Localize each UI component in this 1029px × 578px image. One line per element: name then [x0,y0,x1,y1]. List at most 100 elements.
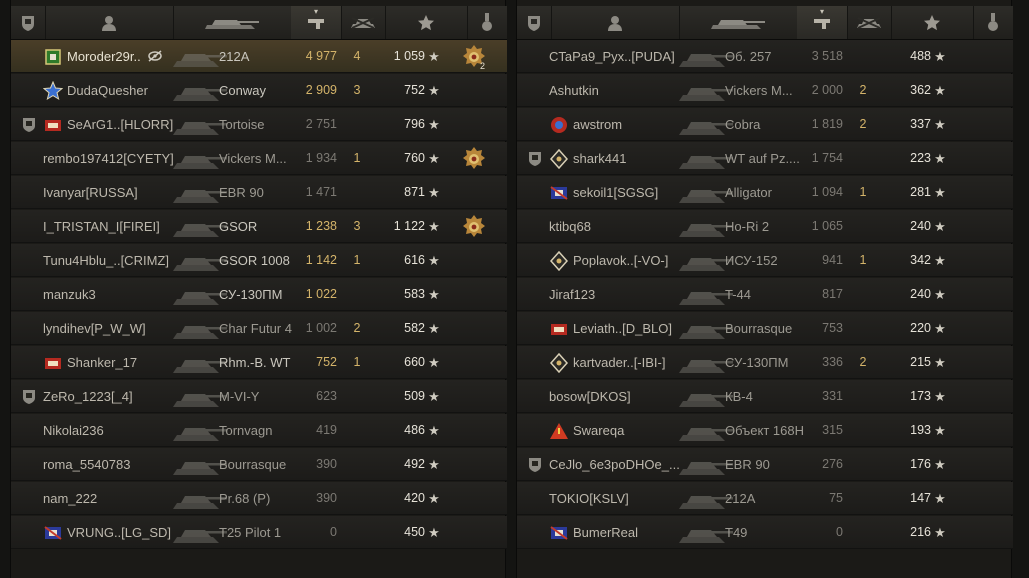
kills-value [851,380,875,413]
player-name[interactable]: VRUNG..[LG_SD] [67,516,179,549]
mastery-medal[interactable] [457,142,491,175]
xp-value: 176 [910,457,931,471]
medal-icon [986,12,1000,33]
gun-icon [812,15,832,31]
player-name-text: I_TRISTAN_I[FIREI] [43,219,160,234]
player-name[interactable]: kartvader..[-IBI-] [573,346,685,379]
star-icon: ★ [428,423,440,438]
damage-column-header[interactable]: ▾ [291,6,342,39]
player-name[interactable]: bosow[DKOS] [549,380,683,413]
player-column-header[interactable] [551,6,680,39]
player-name[interactable]: shark441 [573,142,685,175]
player-name[interactable]: Leviath..[D_BLO] [573,312,685,345]
damage-column-header[interactable]: ▾ [797,6,848,39]
player-column-header[interactable] [45,6,174,39]
player-row[interactable]: TOKIO[KSLV] 212A 75 147 ★ [517,482,1013,515]
player-name[interactable]: DudaQuesher [67,74,179,107]
player-name[interactable]: Nikolai236 [43,414,177,447]
player-row[interactable]: BumerReal T49 0 216 ★ [517,516,1013,549]
player-name[interactable]: awstrom [573,108,685,141]
player-row[interactable]: lyndihev[P_W_W] Char Futur 41 002 2 582 ★ [11,312,507,345]
player-row[interactable]: bosow[DKOS] КВ-4 331 173 ★ [517,380,1013,413]
player-row[interactable]: nam_222 Pr.68 (P) 390 420 ★ [11,482,507,515]
clan-emblem-red [548,312,570,345]
vehicle-column-header[interactable] [679,6,798,39]
player-row[interactable]: Nikolai236 Tornvagn 419 486 ★ [11,414,507,447]
player-name[interactable]: ktibq68 [549,210,683,243]
mastery-medal[interactable] [457,210,491,243]
player-name[interactable]: Ivanyar[RUSSA] [43,176,177,209]
medal-column-header[interactable] [973,6,1014,39]
player-row[interactable]: shark441 WT auf Pz.... 1 754 223 ★ [517,142,1013,175]
player-name[interactable]: I_TRISTAN_I[FIREI] [43,210,177,243]
player-row[interactable]: Moroder29r.. 212A 4 977 4 1 059 ★ 2 [11,40,507,73]
player-name[interactable]: rembo197412[CYETY] [43,142,177,175]
player-name[interactable]: lyndihev[P_W_W] [43,312,177,345]
xp-column-header[interactable] [385,6,468,39]
player-row[interactable]: VRUNG..[LG_SD] T25 Pilot 1 0 450 ★ [11,516,507,549]
player-row[interactable]: ktibq68 Ho-Ri 21 065 240 ★ [517,210,1013,243]
player-name[interactable]: roma_5540783 [43,448,177,481]
clan-emblem-diamond [548,142,570,175]
xp-column-header[interactable] [891,6,974,39]
player-row[interactable]: SeArG1..[HLORR] Tortoise 2 751 796 ★ [11,108,507,141]
player-row[interactable]: roma_5540783 Bourrasque 390 492 ★ [11,448,507,481]
platoon-column-header[interactable] [517,6,552,39]
player-name[interactable]: ZeRo_1223[_4] [43,380,177,413]
player-name-text: sekoil1[SGSG] [573,185,659,200]
player-name[interactable]: CTaPa9_Pyx..[PUDA] [549,40,683,73]
player-row[interactable]: Shanker_17 Rhm.-B. WT 752 1 660 ★ [11,346,507,379]
star-icon: ★ [934,491,946,506]
player-name[interactable]: Swareqa [573,414,685,447]
player-row[interactable]: awstrom Cobra 1 819 2 337 ★ [517,108,1013,141]
player-row[interactable]: CTaPa9_Pyx..[PUDA] Об. 257 3 518 488 ★ [517,40,1013,73]
vehicle-column-header[interactable] [173,6,292,39]
kills-value: 2 [859,83,867,97]
player-row[interactable]: rembo197412[CYETY] Vickers M... 1 934 1 760 ★ [11,142,507,175]
left-header: ▾ [11,6,508,40]
player-row[interactable]: Ivanyar[RUSSA] EBR 90 1 471 871 ★ [11,176,507,209]
player-name-text: ktibq68 [549,219,591,234]
player-row[interactable]: Leviath..[D_BLO] Bourrasque 753 220 ★ [517,312,1013,345]
player-row[interactable]: Swareqa Объект 168Н 315 193 ★ [517,414,1013,447]
player-name[interactable]: Ashutkin [549,74,683,107]
kills-value [851,278,875,311]
player-name-text: ZeRo_1223[_4] [43,389,133,404]
player-name[interactable]: Jiraf123 [549,278,683,311]
player-name[interactable]: Shanker_17 [67,346,179,379]
player-name[interactable]: BumerReal [573,516,685,549]
player-row[interactable]: Jiraf123 T-44 817 240 ★ [517,278,1013,311]
player-row[interactable]: manzuk3 СУ-130ПМ 1 022 583 ★ [11,278,507,311]
player-name[interactable]: Tunu4Hblu_..[CRIMZ] [43,244,177,277]
player-row[interactable]: Poplavok..[-VO-] ИСУ-152 941 1 342 ★ [517,244,1013,277]
kills-value: 1 [353,355,361,369]
player-row[interactable]: I_TRISTAN_I[FIREI] GSOR 1 238 3 1 122 ★ [11,210,507,243]
platoon-column-header[interactable] [11,6,46,39]
player-row[interactable]: DudaQuesher Conway 2 909 3 752 ★ [11,74,507,107]
damage-value: 817 [822,287,843,301]
clan-emblem-triangle [548,414,570,447]
damage-value: 1 022 [305,287,337,301]
kills-column-header[interactable] [341,6,386,39]
player-row[interactable]: kartvader..[-IBI-] СУ-130ПМ 336 2 215 ★ [517,346,1013,379]
player-name[interactable]: sekoil1[SGSG] [573,176,685,209]
player-name[interactable]: Poplavok..[-VO-] [573,244,685,277]
player-row[interactable]: CeJlo_6e3poDHOe_... EBR 90 276 176 ★ [517,448,1013,481]
player-name-text: awstrom [573,117,623,132]
damage-value: 1 142 [305,253,337,267]
mastery-medal[interactable]: 2 [457,40,491,73]
player-name[interactable]: nam_222 [43,482,177,515]
medal-column-header[interactable] [467,6,508,39]
player-row[interactable]: sekoil1[SGSG] Alligator 1 094 1 281 ★ [517,176,1013,209]
player-name[interactable]: SeArG1..[HLORR] [67,108,179,141]
player-row[interactable]: ZeRo_1223[_4] M-VI-Y 623 509 ★ [11,380,507,413]
kills-value [851,142,875,175]
player-name[interactable]: TOKIO[KSLV] [549,482,683,515]
player-row[interactable]: Tunu4Hblu_..[CRIMZ] GSOR 1008 1 142 1 616 ★ [11,244,507,277]
player-name[interactable]: Moroder29r.. [67,40,179,73]
clan-emblem-flag [548,176,570,209]
player-name[interactable]: manzuk3 [43,278,177,311]
player-name[interactable]: CeJlo_6e3poDHOe_... [549,448,683,481]
player-row[interactable]: Ashutkin Vickers M... 2 000 2 362 ★ [517,74,1013,107]
kills-column-header[interactable] [847,6,892,39]
